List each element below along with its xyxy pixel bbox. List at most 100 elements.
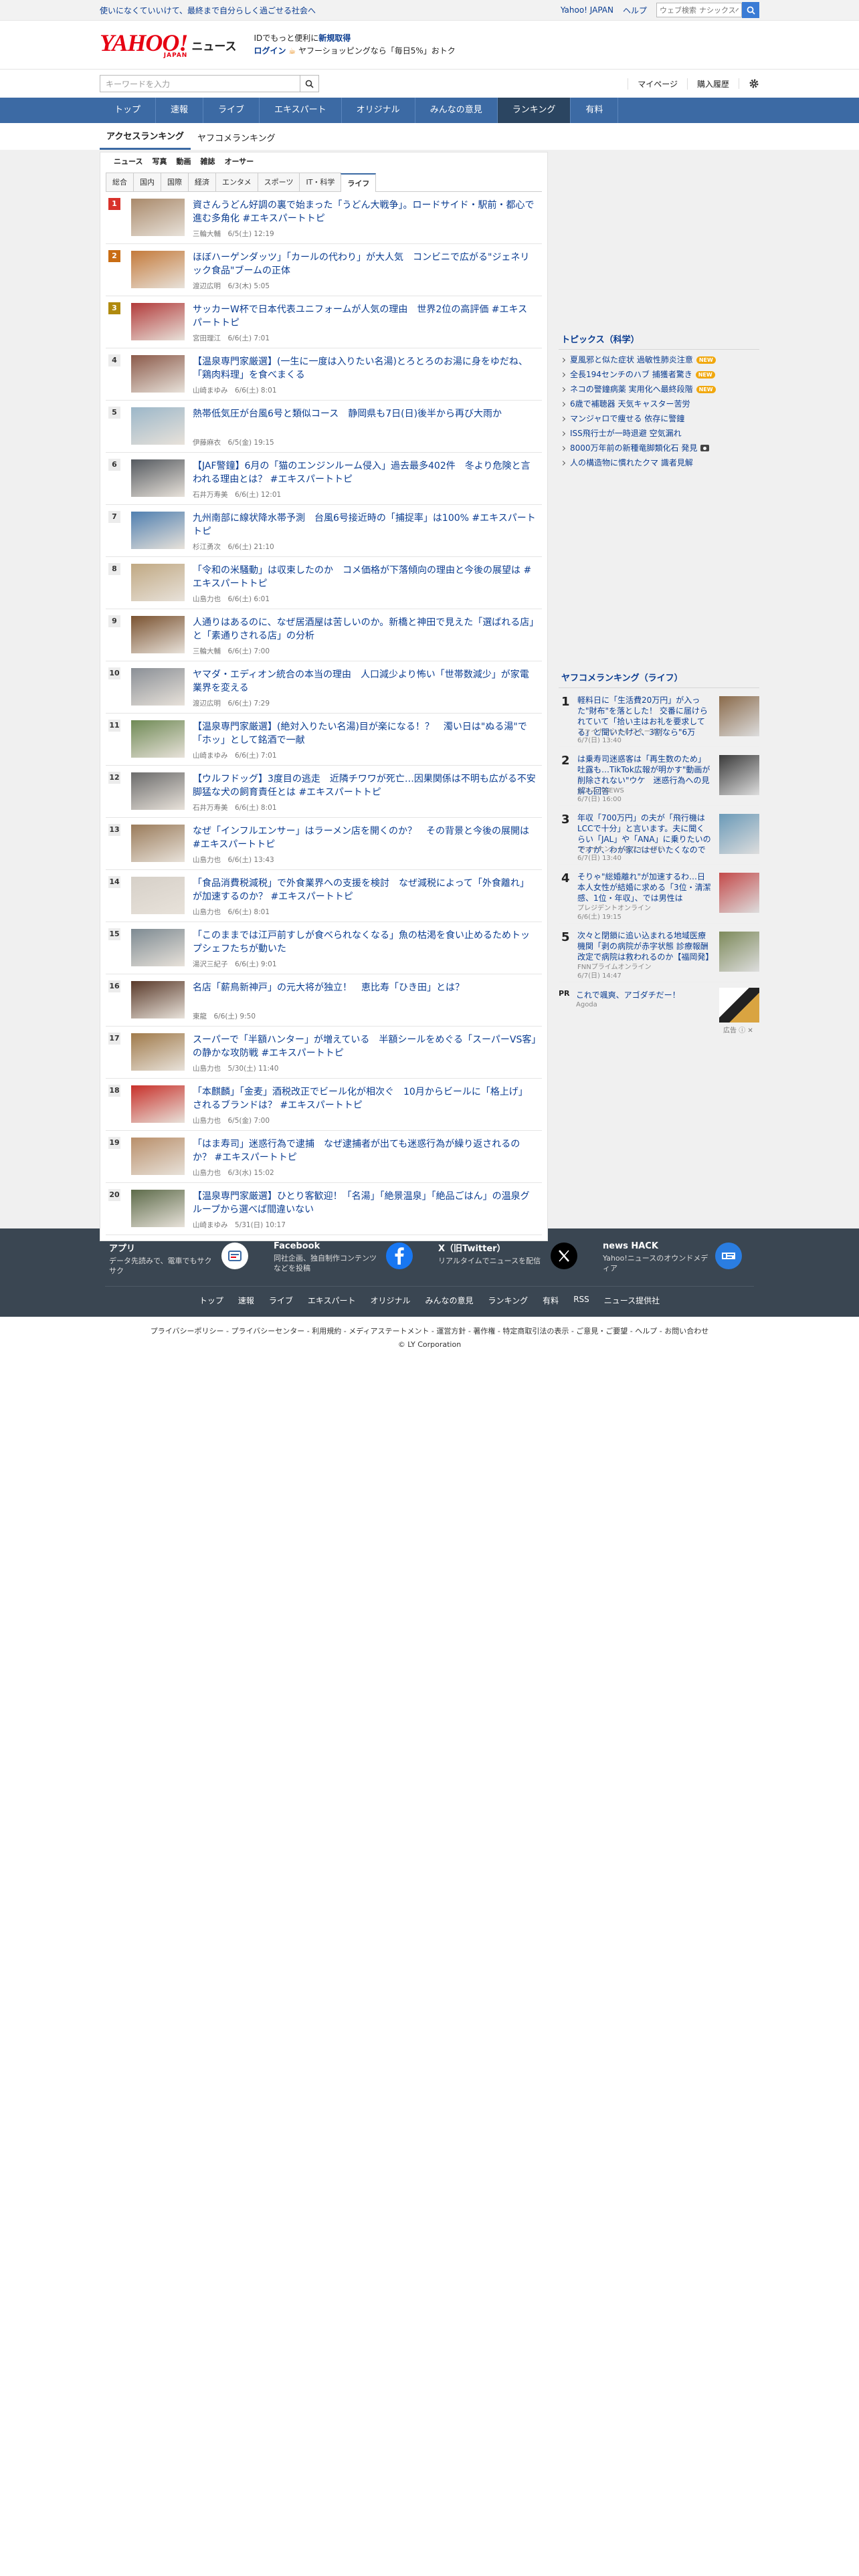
article-thumbnail[interactable]: [131, 877, 185, 914]
ranking-item[interactable]: 1 資さんうどん好調の裏で始まった「うどん大戦争」。ロードサイド・駅前・都心で進む…: [106, 192, 542, 244]
footer-link[interactable]: ライブ: [269, 1295, 293, 1306]
article-title[interactable]: 名店「薪鳥新神戸」の元大将が独立！ 恵比寿「ひき田」とは？: [193, 981, 537, 994]
article-title[interactable]: 「このままでは江戸前すしが食べられなくなる」魚の枯渇を食い止めるためトップシェフ…: [193, 929, 537, 956]
pr-title[interactable]: これで颯爽、アゴダチだー！: [576, 989, 680, 1000]
article-thumbnail[interactable]: [131, 720, 185, 758]
article-thumbnail[interactable]: [131, 459, 185, 497]
help-link[interactable]: ヘルプ: [623, 5, 647, 16]
article-title[interactable]: ヤマダ・エディオン統合の本当の理由 人口減少より怖い「世帯数減少」が家電業界を変…: [193, 668, 537, 695]
media-tab-photo[interactable]: 写真: [152, 156, 167, 167]
category-tab-world[interactable]: 国際: [161, 173, 189, 191]
article-thumbnail[interactable]: [131, 668, 185, 706]
footer-link[interactable]: RSS: [573, 1295, 589, 1306]
topic-item[interactable]: 6歳で補聴器 天気キャスター苦労: [561, 397, 759, 411]
article-thumbnail[interactable]: [131, 772, 185, 810]
article-thumbnail[interactable]: [131, 355, 185, 393]
top-search-button[interactable]: [742, 2, 759, 18]
settings-button[interactable]: [739, 78, 759, 89]
media-tab-video[interactable]: 動画: [176, 156, 191, 167]
comment-ranking-item[interactable]: 1 軽料日に「生活費20万円」が入った"財布"を落とした！ 交番に届けられていて「…: [559, 692, 759, 747]
ranking-item[interactable]: 17 スーパーで「半額ハンター」が増えている 半額シールをめぐる「スーパーVS客」…: [106, 1027, 542, 1079]
article-thumbnail[interactable]: [719, 814, 759, 854]
signup-link[interactable]: 新規取得: [318, 33, 351, 43]
topic-item[interactable]: 夏風邪と似た症状 過敏性肺炎注意 NEW: [561, 352, 759, 367]
article-thumbnail[interactable]: [131, 564, 185, 601]
footer-link[interactable]: ニュース提供社: [604, 1295, 660, 1306]
topics-title[interactable]: トピックス（科学）: [559, 332, 759, 350]
footer-x-promo[interactable]: X（旧Twitter） リアルタイムでニュースを配信: [429, 1239, 593, 1280]
article-thumbnail[interactable]: [131, 1138, 185, 1175]
ranking-item[interactable]: 3 サッカーW杯で日本代表ユニフォームが人気の理由 世界2位の高評価 #エキスパー…: [106, 296, 542, 348]
footer-policy-links[interactable]: プライバシーポリシー - プライバシーセンター - 利用規約 - メディアステー…: [0, 1325, 859, 1338]
article-title[interactable]: 【ウルフドッグ】3度目の逃走 近隣チワワが死亡…因果関係は不明も広がる不安 脚猛…: [193, 772, 537, 799]
comment-ranking-title[interactable]: ヤフコメランキング（ライフ）: [559, 671, 759, 688]
article-title[interactable]: 「食品消費税減税」で外食業界への支援を検討 なぜ減税によって「外食離れ」が加速す…: [193, 877, 537, 903]
nav-opinion[interactable]: みんなの意見: [415, 98, 498, 123]
ranking-item[interactable]: 12 【ウルフドッグ】3度目の逃走 近隣チワワが死亡…因果関係は不明も広がる不安 …: [106, 766, 542, 818]
article-thumbnail[interactable]: [131, 199, 185, 236]
footer-link[interactable]: 有料: [543, 1295, 559, 1306]
footer-link[interactable]: ランキング: [488, 1295, 529, 1306]
pr-ad[interactable]: PR これで颯爽、アゴダチだー！ Agoda 広告 ⓘ ✕: [559, 988, 759, 1035]
article-title[interactable]: 【温泉専門家厳選】(絶対入りたい名湯)目が楽になる！？ 濁い日は"ぬる湯"で「ホ…: [193, 720, 537, 747]
article-thumbnail[interactable]: [719, 755, 759, 795]
nav-top[interactable]: トップ: [100, 98, 157, 123]
nav-paid[interactable]: 有料: [571, 98, 619, 123]
article-title[interactable]: 人通りはあるのに、なぜ居酒屋は苦しいのか。新橋と神田で見えた「選ばれる店」と「素…: [193, 616, 537, 643]
topic-item[interactable]: 全長194センチのハブ 捕獲者驚き NEW: [561, 367, 759, 382]
top-search-input[interactable]: ウェブ検索 ナシックスペシ...: [656, 3, 742, 17]
comment-ranking-item[interactable]: 3 年収「700万円」の夫が「飛行機はLCCで十分」と言います。夫に聞くらい「JA…: [559, 810, 759, 865]
article-title[interactable]: 「令和の米騒動」は収束したのか コメ価格が下落傾向の理由と今後の展望は #エキス…: [193, 564, 537, 591]
category-tab-all[interactable]: 総合: [106, 173, 134, 191]
article-thumbnail[interactable]: [131, 512, 185, 549]
footer-link[interactable]: トップ: [199, 1295, 223, 1306]
article-thumbnail[interactable]: [131, 1033, 185, 1071]
article-title[interactable]: 九州南部に線状降水帯予測 台風6号接近時の「捕捉率」は100% #エキスパートト…: [193, 512, 537, 538]
media-tab-magazine[interactable]: 雑誌: [200, 156, 215, 167]
yahoo-japan-link[interactable]: Yahoo! JAPAN: [561, 5, 613, 15]
comment-ranking-item[interactable]: 5 次々と閉鎖に追い込まれる地域医療機関「剥の病院が赤字状態 診療報酬改定で病院は…: [559, 928, 759, 982]
media-tab-news[interactable]: ニュース: [114, 156, 142, 167]
nav-ranking[interactable]: ランキング: [497, 98, 571, 123]
ranking-item[interactable]: 16 名店「薪鳥新神戸」の元大将が独立！ 恵比寿「ひき田」とは？ 東龍 6/6(土)…: [106, 974, 542, 1027]
category-tab-sports[interactable]: スポーツ: [257, 173, 300, 191]
tab-access-ranking[interactable]: アクセスランキング: [100, 129, 191, 150]
article-title[interactable]: 【JAF警鐘】6月の「猫のエンジンルーム侵入」過去最多402件 冬より危険と言わ…: [193, 459, 537, 486]
article-title[interactable]: 【温泉専門家厳選】ひとり客歓迎！「名湯」「絶景温泉」「絶品ごはん」の温泉グループ…: [193, 1190, 537, 1216]
ranking-item[interactable]: 4 【温泉専門家厳選】(一生に一度は入りたい名湯)とろとろのお湯に身をゆだね、「鶏…: [106, 348, 542, 401]
article-thumbnail[interactable]: [131, 407, 185, 445]
ranking-item[interactable]: 18 「本麒麟」「金麦」酒税改正でビール化が相次ぐ 10月からビールに「格上げ」さ…: [106, 1079, 542, 1131]
category-tab-economy[interactable]: 経済: [188, 173, 216, 191]
purchase-history-link[interactable]: 購入履歴: [686, 78, 739, 90]
comment-ranking-item[interactable]: 4 そりゃ"総婚離れ"が加速するわ…日本人女性が結婚に求める「3位・清潔感、1位・…: [559, 869, 759, 924]
search-input[interactable]: キーワードを入力: [100, 75, 300, 92]
article-thumbnail[interactable]: [131, 616, 185, 653]
ranking-item[interactable]: 13 なぜ「インフルエンサー」はラーメン店を開くのか？ その背景と今後の展開は #…: [106, 818, 542, 870]
article-thumbnail[interactable]: [131, 981, 185, 1018]
topic-item[interactable]: 人の構造物に慣れたクマ 識者見解: [561, 455, 759, 470]
topic-item[interactable]: ISS飛行士が一時退避 空気漏れ: [561, 426, 759, 441]
article-thumbnail[interactable]: [719, 873, 759, 913]
footer-app-promo[interactable]: アプリ データ先読みで、電車でもサクサク: [100, 1239, 264, 1280]
ranking-item[interactable]: 8 「令和の米騒動」は収束したのか コメ価格が下落傾向の理由と今後の展望は #エキ…: [106, 557, 542, 609]
tab-comment-ranking[interactable]: ヤフコメランキング: [191, 131, 282, 150]
article-title[interactable]: ほぼハーゲンダッツ」「カールの代わり」が大人気 コンビニで広がる"ジェネリック食…: [193, 251, 537, 278]
article-title[interactable]: 「本麒麟」「金麦」酒税改正でビール化が相次ぐ 10月からビールに「格上げ」される…: [193, 1085, 537, 1112]
footer-newshack-promo[interactable]: news HACK Yahoo!ニュースのオウンドメディア: [593, 1239, 758, 1280]
ranking-item[interactable]: 5 熱帯低気圧が台風6号と類似コース 静岡県も7日(日)後半から再び大雨か 伊藤麻衣…: [106, 401, 542, 453]
promo-link[interactable]: 使いになくていいけて、最終まで自分らしく過ごせる社会へ: [100, 5, 316, 16]
topic-item[interactable]: ネコの警鐘病薬 実用化へ最終段階 NEW: [561, 382, 759, 397]
article-title[interactable]: 熱帯低気圧が台風6号と類似コース 静岡県も7日(日)後半から再び大雨か: [193, 407, 537, 421]
article-title[interactable]: 次々と閉鎖に追い込まれる地域医療機関「剥の病院が赤字状態 診療報酬改定で病院は救…: [577, 930, 711, 962]
nav-expert[interactable]: エキスパート: [260, 98, 342, 123]
topic-item[interactable]: 8000万年前の新種竜脚類化石 発見: [561, 441, 759, 455]
article-title[interactable]: 「はま寿司」迷惑行為で逮捕 なぜ逮捕者が出ても迷惑行為が繰り返されるのか？ #エ…: [193, 1138, 537, 1164]
comment-ranking-item[interactable]: 2 は乗寿司迷惑客は「再生数のため」吐露も…TikTok広報が明かす"動画が削除さ…: [559, 751, 759, 806]
footer-link[interactable]: 速報: [238, 1295, 254, 1306]
category-tab-it-science[interactable]: IT・科学: [299, 173, 342, 191]
nav-original[interactable]: オリジナル: [342, 98, 415, 123]
footer-link[interactable]: みんなの意見: [425, 1295, 474, 1306]
ranking-item[interactable]: 15 「このままでは江戸前すしが食べられなくなる」魚の枯渇を食い止めるためトップシ…: [106, 922, 542, 974]
mypage-link[interactable]: マイページ: [628, 78, 687, 90]
article-thumbnail[interactable]: [131, 825, 185, 862]
